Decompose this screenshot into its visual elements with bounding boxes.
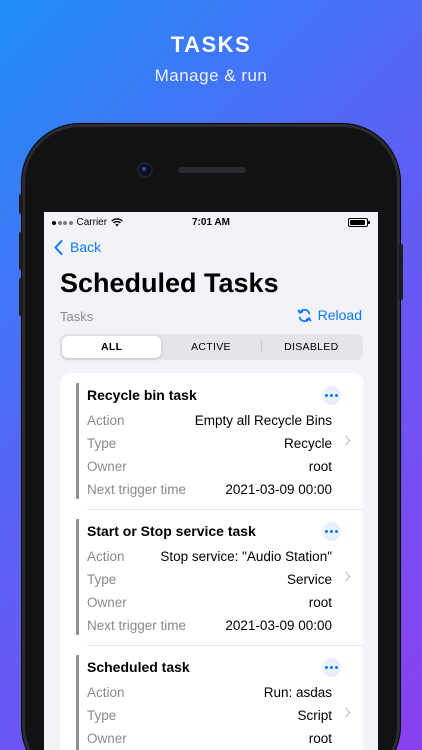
type-value: Recycle bbox=[283, 435, 332, 451]
hero-subtitle: Manage & run bbox=[154, 66, 268, 85]
status-bar: Carrier 7:01 AM bbox=[44, 212, 378, 232]
type-label: Type bbox=[87, 571, 117, 587]
status-time: 7:01 AM bbox=[192, 217, 230, 228]
chevron-right-icon[interactable] bbox=[340, 707, 351, 718]
reload-label: Reload bbox=[317, 307, 362, 323]
type-value: Script bbox=[297, 707, 332, 723]
action-label: Action bbox=[87, 548, 125, 564]
task-action-row: Action Empty all Recycle Bins bbox=[87, 410, 332, 430]
next-trigger-value: 2021-03-09 00:00 bbox=[225, 617, 332, 633]
action-value: Run: asdas bbox=[263, 684, 332, 700]
next-trigger-value: 2021-03-09 00:00 bbox=[225, 481, 332, 497]
task-action-row: Action Stop service: "Audio Station" bbox=[87, 546, 332, 566]
phone-volume-up bbox=[19, 232, 23, 270]
action-label: Action bbox=[87, 684, 125, 700]
more-options-button[interactable] bbox=[322, 658, 341, 677]
task-owner-row: Owner root bbox=[87, 728, 332, 748]
task-type-row: Type Script bbox=[87, 705, 332, 725]
task-item[interactable]: Start or Stop service task Action Stop s… bbox=[60, 509, 363, 635]
task-status-bar bbox=[76, 655, 79, 750]
phone-power-button bbox=[399, 244, 403, 300]
task-next-trigger-row: Next trigger time 2021-03-09 00:00 bbox=[87, 615, 332, 635]
chevron-right-icon[interactable] bbox=[340, 435, 351, 446]
task-status-bar bbox=[76, 519, 79, 635]
owner-label: Owner bbox=[87, 594, 127, 610]
filter-all[interactable]: ALL bbox=[62, 336, 162, 358]
type-label: Type bbox=[87, 435, 117, 451]
owner-value: root bbox=[308, 594, 332, 610]
task-next-trigger-row: Next trigger time 2021-03-09 00:00 bbox=[87, 479, 332, 499]
section-label: Tasks bbox=[60, 309, 94, 324]
front-camera bbox=[139, 164, 151, 176]
battery-icon bbox=[348, 218, 370, 227]
filter-segmented-control: ALL ACTIVE DISABLED bbox=[60, 334, 363, 360]
task-list: Recycle bin task Action Empty all Recycl… bbox=[60, 373, 363, 750]
type-label: Type bbox=[87, 707, 117, 723]
more-options-button[interactable] bbox=[322, 522, 341, 541]
reload-icon bbox=[297, 308, 312, 322]
action-value: Stop service: "Audio Station" bbox=[160, 548, 332, 564]
action-value: Empty all Recycle Bins bbox=[194, 412, 332, 428]
phone-mute-switch bbox=[19, 194, 23, 214]
type-value: Service bbox=[286, 571, 332, 587]
hero-title: TASKS bbox=[170, 32, 252, 57]
next-trigger-label: Next trigger time bbox=[87, 481, 187, 497]
owner-label: Owner bbox=[87, 730, 127, 746]
reload-button[interactable]: Reload bbox=[297, 307, 362, 323]
task-title: Recycle bin task bbox=[87, 387, 197, 403]
task-title: Scheduled task bbox=[87, 659, 190, 675]
task-status-bar bbox=[76, 383, 79, 499]
filter-active[interactable]: ACTIVE bbox=[161, 336, 260, 358]
task-action-row: Action Run: asdas bbox=[87, 682, 332, 702]
app-screen: Carrier 7:01 AM Back Scheduled Tasks Tas… bbox=[44, 212, 378, 750]
task-owner-row: Owner root bbox=[87, 592, 332, 612]
back-button[interactable]: Back bbox=[54, 239, 101, 255]
owner-label: Owner bbox=[87, 458, 127, 474]
page-title: Scheduled Tasks bbox=[60, 268, 279, 298]
task-item[interactable]: Scheduled task Action Run: asdas Type Sc… bbox=[60, 645, 363, 750]
earpiece-speaker bbox=[178, 167, 246, 173]
chevron-right-icon[interactable] bbox=[340, 571, 351, 582]
task-type-row: Type Recycle bbox=[87, 433, 332, 453]
task-type-row: Type Service bbox=[87, 569, 332, 589]
task-owner-row: Owner root bbox=[87, 456, 332, 476]
next-trigger-label: Next trigger time bbox=[87, 617, 187, 633]
task-title: Start or Stop service task bbox=[87, 523, 256, 539]
action-label: Action bbox=[87, 412, 125, 428]
owner-value: root bbox=[308, 458, 332, 474]
phone-volume-down bbox=[19, 278, 23, 316]
chevron-left-icon bbox=[54, 239, 63, 255]
task-item[interactable]: Recycle bin task Action Empty all Recycl… bbox=[60, 373, 363, 499]
filter-disabled[interactable]: DISABLED bbox=[262, 336, 361, 358]
back-label: Back bbox=[70, 239, 102, 255]
more-options-button[interactable] bbox=[322, 386, 341, 405]
owner-value: root bbox=[308, 730, 332, 746]
